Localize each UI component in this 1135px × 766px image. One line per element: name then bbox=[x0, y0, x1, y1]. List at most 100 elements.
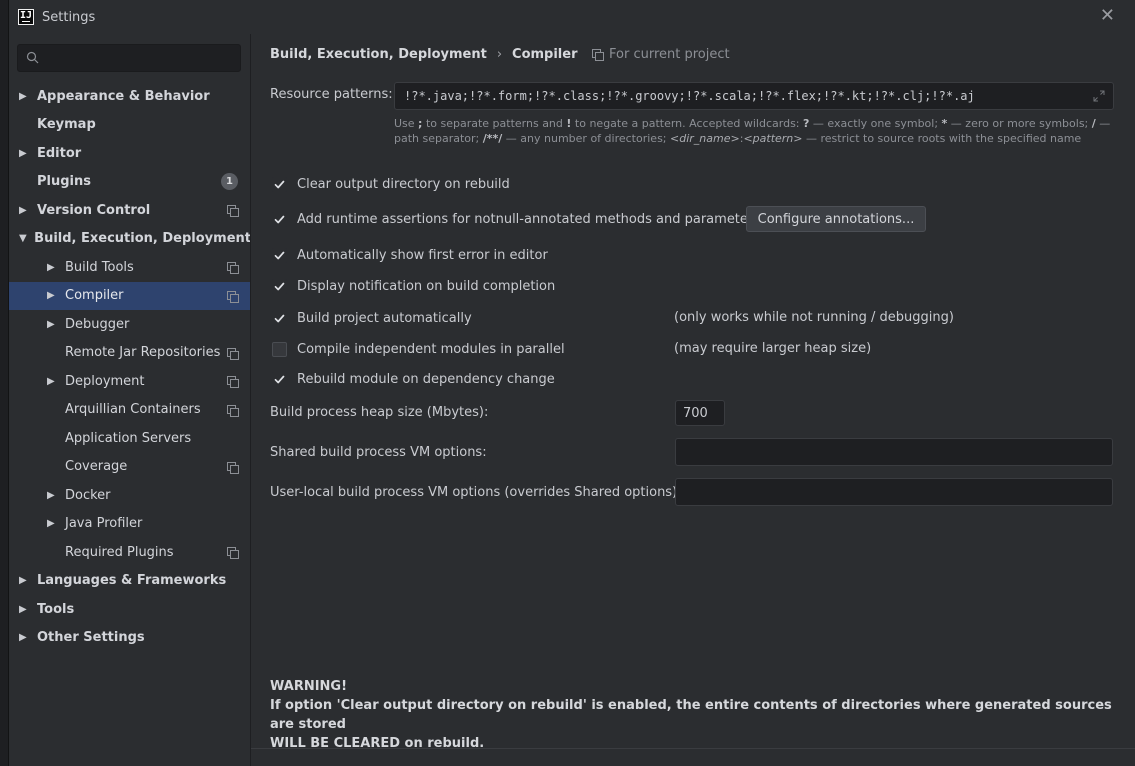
help-text-part: <pattern> bbox=[743, 132, 803, 145]
sidebar-item-other-settings[interactable]: ▶ Other Settings bbox=[9, 624, 251, 653]
rebuild-dependency-checkbox[interactable] bbox=[272, 371, 287, 387]
resource-patterns-input[interactable] bbox=[404, 89, 1113, 103]
project-scope-icon bbox=[227, 404, 239, 417]
sidebar-item-label: Required Plugins bbox=[65, 544, 174, 560]
sidebar-item-build-tools[interactable]: ▶ Build Tools bbox=[9, 253, 251, 282]
sidebar-item-label: Compiler bbox=[65, 288, 124, 304]
help-text-part: — restrict to source roots with the spec… bbox=[802, 132, 1082, 145]
sidebar-item-label: Languages & Frameworks bbox=[37, 573, 227, 589]
clear-output-option[interactable]: Clear output directory on rebuild bbox=[272, 173, 510, 195]
project-scope-icon bbox=[227, 461, 239, 474]
sidebar-item-java-profiler[interactable]: ▶ Java Profiler bbox=[9, 510, 251, 539]
show-first-error-checkbox[interactable] bbox=[272, 247, 287, 263]
search-input[interactable] bbox=[46, 51, 240, 65]
sidebar-item-application-servers[interactable]: Application Servers bbox=[9, 424, 251, 453]
shared-vm-options-input[interactable] bbox=[675, 438, 1113, 466]
chevron-right-icon[interactable]: ▶ bbox=[19, 91, 33, 102]
chevron-right-icon[interactable]: ▶ bbox=[19, 604, 33, 615]
configure-annotations-button[interactable]: Configure annotations... bbox=[746, 206, 926, 232]
build-automatically-label: Build project automatically bbox=[297, 310, 472, 326]
breadcrumb-current: Compiler bbox=[512, 46, 578, 62]
sidebar-item-label: Debugger bbox=[65, 316, 130, 332]
rebuild-dependency-label: Rebuild module on dependency change bbox=[297, 371, 555, 387]
sidebar-item-plugins[interactable]: Plugins 1 bbox=[9, 168, 251, 197]
checkmark-icon bbox=[274, 215, 285, 223]
compile-parallel-note: (may require larger heap size) bbox=[674, 341, 872, 356]
close-icon[interactable]: ✕ bbox=[1100, 7, 1115, 25]
build-automatically-option[interactable]: Build project automatically bbox=[272, 307, 472, 329]
display-notification-checkbox[interactable] bbox=[272, 278, 287, 294]
checkmark-icon bbox=[274, 251, 285, 259]
chevron-right-icon[interactable]: ▶ bbox=[19, 632, 33, 643]
app-logo-icon: IJ bbox=[18, 9, 34, 25]
checkmark-icon bbox=[274, 282, 285, 290]
chevron-right-icon[interactable]: ▶ bbox=[19, 575, 33, 586]
sidebar-item-label: Build Tools bbox=[65, 259, 134, 275]
sidebar-item-label: Version Control bbox=[37, 202, 151, 218]
chevron-right-icon[interactable]: ▶ bbox=[19, 148, 33, 159]
help-text-part: to negate a pattern. Accepted wildcards: bbox=[571, 117, 804, 130]
chevron-right-icon[interactable]: ▶ bbox=[47, 376, 61, 387]
runtime-assertions-checkbox[interactable] bbox=[272, 211, 287, 227]
sidebar-item-coverage[interactable]: Coverage bbox=[9, 453, 251, 482]
sidebar-item-label: Other Settings bbox=[37, 630, 145, 646]
resource-patterns-help: Use ; to separate patterns and ! to nega… bbox=[394, 116, 1114, 146]
sidebar-item-editor[interactable]: ▶ Editor bbox=[9, 139, 251, 168]
sidebar-item-languages-frameworks[interactable]: ▶ Languages & Frameworks bbox=[9, 567, 251, 596]
compile-parallel-option[interactable]: Compile independent modules in parallel bbox=[272, 338, 565, 360]
settings-search[interactable] bbox=[17, 44, 241, 72]
sidebar-item-deployment[interactable]: ▶ Deployment bbox=[9, 367, 251, 396]
sidebar-item-tools[interactable]: ▶ Tools bbox=[9, 595, 251, 624]
sidebar-item-label: Keymap bbox=[37, 117, 96, 133]
sidebar-item-debugger[interactable]: ▶ Debugger bbox=[9, 310, 251, 339]
sidebar-item-label: Arquillian Containers bbox=[65, 402, 201, 418]
rebuild-dependency-option[interactable]: Rebuild module on dependency change bbox=[272, 368, 555, 390]
show-first-error-option[interactable]: Automatically show first error in editor bbox=[272, 244, 548, 266]
chevron-right-icon[interactable]: ▶ bbox=[47, 518, 61, 529]
build-automatically-checkbox[interactable] bbox=[272, 310, 287, 326]
sidebar-item-docker[interactable]: ▶ Docker bbox=[9, 481, 251, 510]
heap-size-label: Build process heap size (Mbytes): bbox=[270, 405, 489, 420]
clear-output-checkbox[interactable] bbox=[272, 176, 287, 192]
sidebar-item-compiler[interactable]: ▶ Compiler bbox=[9, 281, 251, 310]
expand-icon[interactable] bbox=[1092, 89, 1106, 103]
heap-size-input[interactable] bbox=[675, 400, 725, 426]
compile-parallel-checkbox[interactable] bbox=[272, 341, 287, 357]
checkmark-icon bbox=[274, 180, 285, 188]
sidebar-item-keymap[interactable]: Keymap bbox=[9, 111, 251, 140]
help-text-part: — exactly one symbol; bbox=[809, 117, 942, 130]
sidebar-item-label: Tools bbox=[37, 601, 75, 617]
show-first-error-label: Automatically show first error in editor bbox=[297, 247, 548, 263]
resource-patterns-field[interactable] bbox=[394, 82, 1114, 110]
sidebar-item-remote-jar-repositories[interactable]: Remote Jar Repositories bbox=[9, 339, 251, 368]
display-notification-option[interactable]: Display notification on build completion bbox=[272, 275, 555, 297]
window-edge bbox=[0, 0, 9, 766]
chevron-right-icon[interactable]: ▶ bbox=[19, 205, 33, 216]
chevron-right-icon[interactable]: ▶ bbox=[47, 290, 61, 301]
warning-line-1: If option 'Clear output directory on reb… bbox=[270, 698, 1112, 732]
warning-line-2: WILL BE CLEARED on rebuild. bbox=[270, 736, 485, 751]
chevron-down-icon[interactable]: ▼ bbox=[19, 233, 31, 244]
help-text-part: Use bbox=[394, 117, 419, 130]
user-vm-options-input[interactable] bbox=[675, 478, 1113, 506]
project-scope-icon bbox=[227, 547, 239, 560]
sidebar-item-appearance-behavior[interactable]: ▶ Appearance & Behavior bbox=[9, 82, 251, 111]
sidebar-item-arquillian-containers[interactable]: Arquillian Containers bbox=[9, 396, 251, 425]
project-scope-icon bbox=[227, 262, 239, 275]
project-scope-icon bbox=[227, 376, 239, 389]
sidebar-item-label: Application Servers bbox=[65, 430, 192, 446]
settings-window: IJ Settings ✕ ▶ Appearance & Behavior Keym… bbox=[0, 0, 1135, 766]
project-scope-icon bbox=[592, 49, 604, 61]
project-scope-icon bbox=[227, 290, 239, 303]
sidebar-item-build-execution-deployment[interactable]: ▼ Build, Execution, Deployment bbox=[9, 225, 251, 254]
chevron-right-icon[interactable]: ▶ bbox=[47, 319, 61, 330]
compile-parallel-label: Compile independent modules in parallel bbox=[297, 341, 565, 357]
sidebar-item-required-plugins[interactable]: Required Plugins bbox=[9, 538, 251, 567]
chevron-right-icon[interactable]: ▶ bbox=[47, 490, 61, 501]
sidebar-item-version-control[interactable]: ▶ Version Control bbox=[9, 196, 251, 225]
runtime-assertions-option[interactable]: Add runtime assertions for notnull-annot… bbox=[272, 208, 760, 230]
breadcrumb-parent[interactable]: Build, Execution, Deployment bbox=[270, 47, 487, 62]
chevron-right-icon[interactable]: ▶ bbox=[47, 262, 61, 273]
update-count-badge: 1 bbox=[221, 173, 238, 191]
sidebar-item-label: Editor bbox=[37, 145, 82, 161]
